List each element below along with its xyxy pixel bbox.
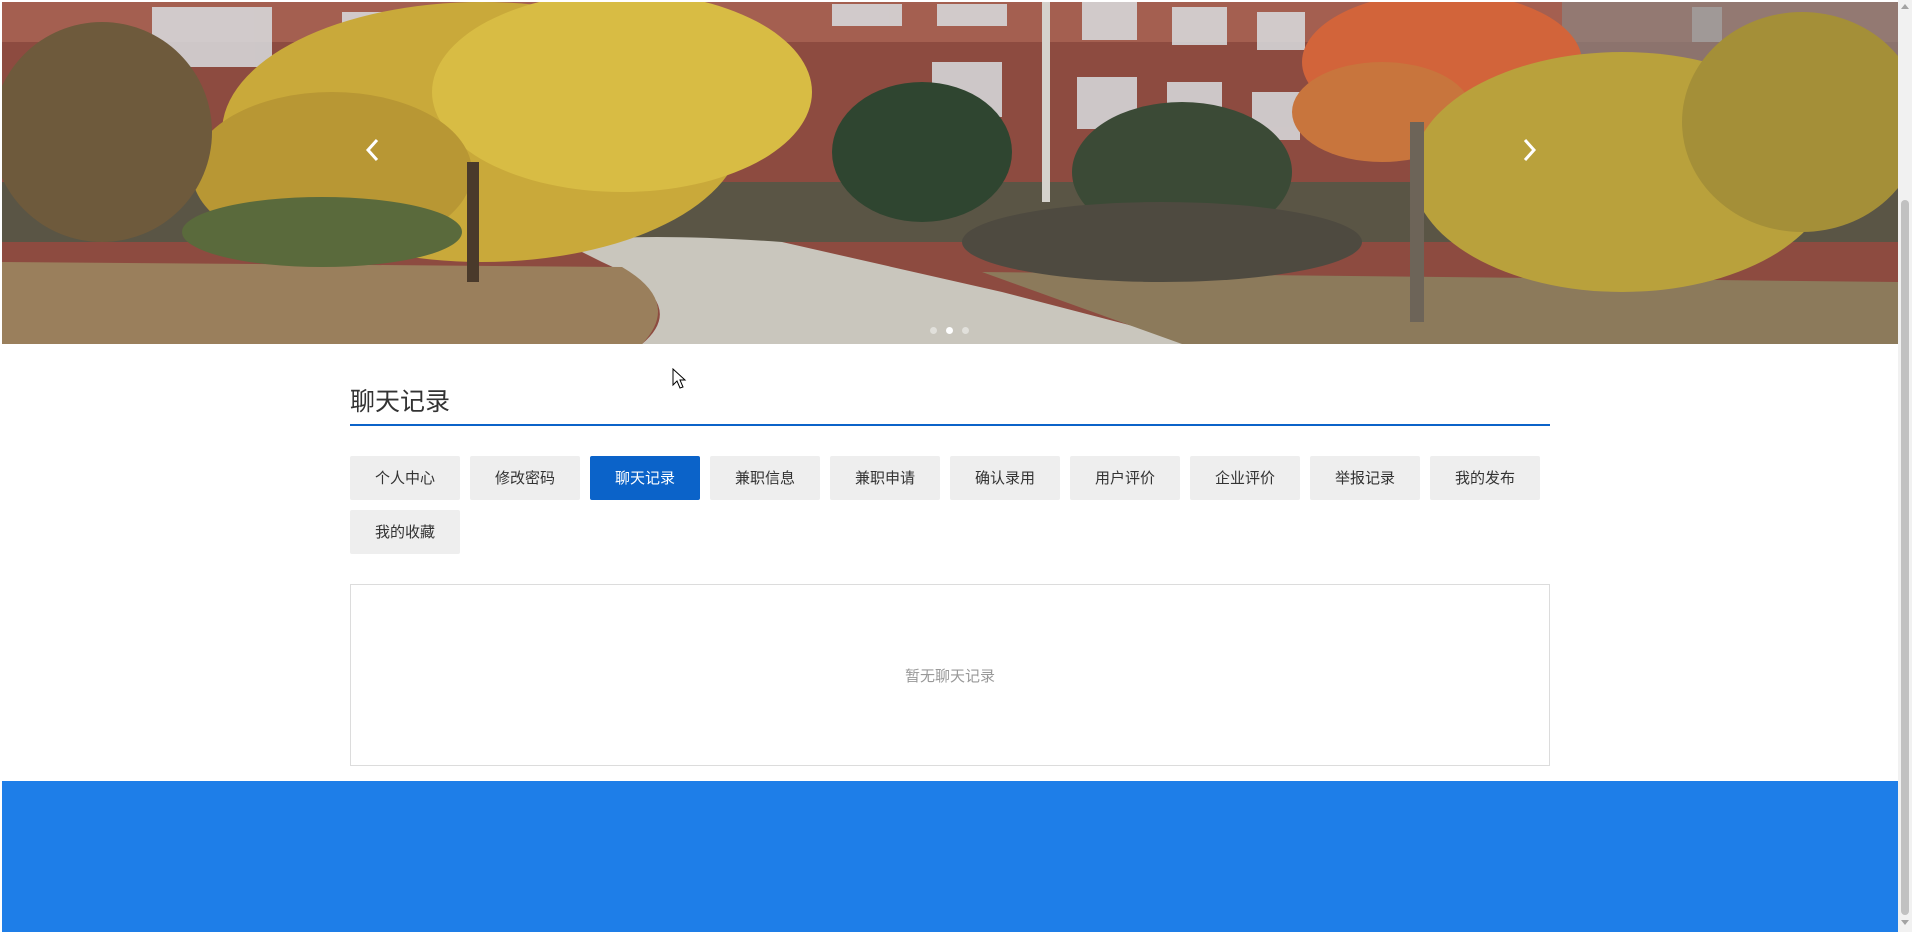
carousel-indicators [930, 327, 969, 334]
scroll-down-arrow-icon[interactable] [1901, 920, 1909, 925]
tab-9[interactable]: 我的发布 [1430, 456, 1540, 500]
tab-3[interactable]: 兼职信息 [710, 456, 820, 500]
page: 聊天记录 个人中心 修改密码 聊天记录 兼职信息 兼职申请 确认录用 用户评价 企业评价 举报记… [0, 0, 1912, 932]
carousel-dot[interactable] [930, 327, 937, 334]
campus-photo [2, 2, 1898, 344]
page-title: 聊天记录 [350, 378, 1550, 426]
carousel-next-button[interactable] [1514, 130, 1544, 170]
chevron-left-icon [365, 138, 379, 162]
vertical-scrollbar[interactable] [1898, 0, 1912, 932]
site-footer [2, 781, 1898, 932]
main-content: 聊天记录 个人中心 修改密码 聊天记录 兼职信息 兼职申请 确认录用 用户评价 企业评价 举报记… [350, 378, 1550, 766]
tab-6[interactable]: 用户评价 [1070, 456, 1180, 500]
tab-8[interactable]: 举报记录 [1310, 456, 1420, 500]
tab-4[interactable]: 兼职申请 [830, 456, 940, 500]
scrollbar-thumb[interactable] [1901, 200, 1909, 915]
tab-2[interactable]: 聊天记录 [590, 456, 700, 500]
chat-records-panel: 暂无聊天记录 [350, 584, 1550, 766]
tab-7[interactable]: 企业评价 [1190, 456, 1300, 500]
carousel-dot[interactable] [946, 327, 953, 334]
tab-5[interactable]: 确认录用 [950, 456, 1060, 500]
carousel-prev-button[interactable] [358, 130, 388, 170]
empty-chat-message: 暂无聊天记录 [904, 666, 995, 685]
mouse-pointer-icon [672, 368, 687, 389]
tab-1[interactable]: 修改密码 [470, 456, 580, 500]
chevron-right-icon [1523, 138, 1537, 162]
tab-10[interactable]: 我的收藏 [350, 510, 460, 554]
carousel-dot[interactable] [962, 327, 969, 334]
user-center-tabs: 个人中心 修改密码 聊天记录 兼职信息 兼职申请 确认录用 用户评价 企业评价 举报记录 我的发布… [350, 456, 1550, 554]
scroll-up-arrow-icon[interactable] [1901, 4, 1909, 9]
hero-banner-carousel [2, 2, 1898, 344]
tab-0[interactable]: 个人中心 [350, 456, 460, 500]
